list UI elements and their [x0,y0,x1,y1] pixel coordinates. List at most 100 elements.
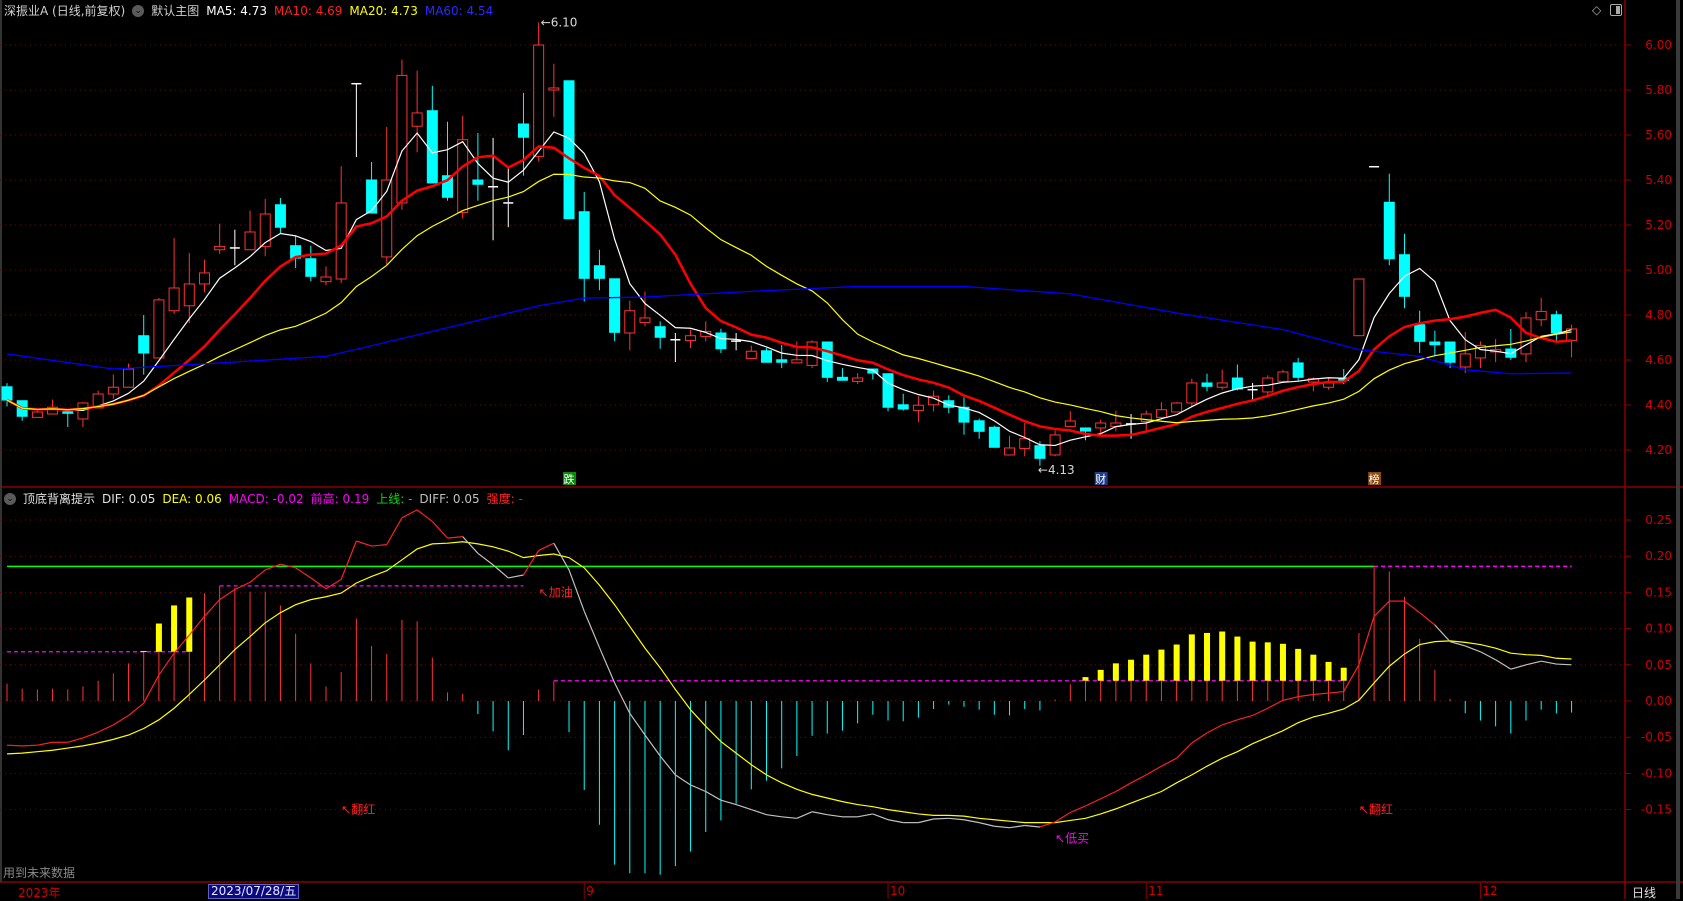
macd-bar-highlight [1112,663,1119,681]
dif-line-segment [857,813,873,818]
dif-line-segment [598,647,616,684]
main-chart-selector[interactable]: 默认主图 [151,2,199,19]
macd-bar-highlight [1219,631,1226,681]
chevron-down-icon[interactable]: ⌄ [132,4,145,17]
dif-line-segment [1206,724,1223,734]
dif-line-segment [918,818,934,824]
dif-line-segment [1252,707,1269,717]
candle-down [305,258,317,277]
dif-line-segment [1176,742,1193,759]
dif-line-segment [1282,696,1299,701]
candle-down [1292,362,1304,378]
candle-up [411,112,423,127]
dif-line-segment [827,814,843,818]
dif-line-segment [340,540,357,580]
candle-down [472,179,484,185]
candle-up [1155,409,1167,418]
dif-line-segment [1070,805,1086,814]
event-marker-label[interactable]: 跌 [564,472,575,486]
dif-line-segment [401,509,418,519]
candle-up [244,231,256,251]
event-marker-label[interactable]: 财 [1095,472,1106,486]
dif-line-segment [887,819,904,824]
macd-value: MACD: -0.02 [228,491,304,506]
future-data-notice: 用到未来数据 [3,866,76,880]
dif-line-segment [356,540,372,547]
dif-line-segment [386,517,403,545]
dif-line-segment [462,536,479,554]
candle-up [1353,278,1365,337]
dif-line-segment [720,799,737,806]
dif-line-segment [1434,624,1451,643]
chevron-down-icon[interactable]: ⌄ [4,492,16,505]
candle-down [1429,341,1441,346]
price-axis-label: 4.80 [1645,308,1672,322]
candle-down [776,359,788,363]
macd-bar-highlight [1097,669,1104,681]
dif-line-segment [143,674,160,704]
dif-line-segment [1510,664,1527,670]
candle-up [183,283,195,307]
dif-line-segment [538,542,555,551]
dif-line-segment [796,811,813,819]
candle-up [1004,447,1016,456]
macd-bar-highlight [1279,643,1286,681]
dif-line-segment [1328,690,1344,694]
candle-down [761,350,772,363]
candle-up [396,74,408,204]
time-axis-year: 2023年 [18,886,61,900]
dea-value: DEA: 0.06 [162,491,222,506]
panel-toggle-icon[interactable] [1610,4,1622,16]
candle-down [1,386,13,401]
macd-axis-label: 0.15 [1645,585,1672,599]
dif-line-segment [735,803,752,811]
price-axis-label: 4.20 [1645,443,1672,457]
macd-axis-label: 0.00 [1645,694,1672,708]
dif-line-segment [690,784,706,793]
stock-chart-canvas[interactable]: 6.00 5.80 5.60 5.40 5.20 5.00 4.80 4.60 4.40 4.20… [0,0,1683,899]
candle-down [1398,254,1410,297]
dif-line-segment [1237,714,1253,721]
ma20-value: MA20: 4.73 [349,3,418,18]
diamond-icon[interactable]: ◇ [1592,3,1601,17]
time-axis-month: 10 [890,884,906,898]
dif-line-segment [766,814,782,818]
candle-down [593,265,605,279]
ma5-value: MA5: 4.73 [206,3,267,18]
low-price-label: ←4.13 [1038,463,1075,477]
candle-up [168,287,180,312]
candle-up [1520,317,1532,355]
indicator-name[interactable]: 顶底背离提示 [23,490,95,507]
candle-down [426,110,438,184]
dif-line-segment [522,550,540,576]
macd-bar-highlight [1188,634,1195,681]
event-marker-label[interactable]: 榜 [1369,472,1380,486]
macd-axis-label: 0.05 [1645,658,1672,672]
macd-bar-highlight [1295,648,1302,681]
candle-down [1034,445,1046,459]
candle-down [517,123,529,138]
dif-line-segment [1145,765,1162,776]
candle-up [107,386,119,395]
macd-bar-highlight [1264,642,1271,681]
macd-bar-highlight [171,605,178,652]
candle-down [578,211,590,279]
candle-up [1535,310,1547,321]
dif-line-segment [97,724,114,733]
dif-line-segment [659,755,676,776]
macd-axis-label: -0.10 [1641,766,1672,780]
period-button[interactable]: 日线 [1632,884,1656,901]
candle-down [366,179,378,214]
candle-down [1383,201,1395,260]
ma60-value: MA60: 4.54 [424,3,494,18]
candle-up [1277,371,1289,382]
dif-line-segment [67,737,84,743]
ma60-line [6,285,1572,375]
candle-down [1079,427,1091,432]
ma20-line [6,173,1572,424]
dif-line-segment [1009,824,1025,829]
dif-line-segment [113,714,129,726]
candle-up [639,317,651,323]
candle-up [791,359,803,364]
candle-up [1019,438,1031,449]
